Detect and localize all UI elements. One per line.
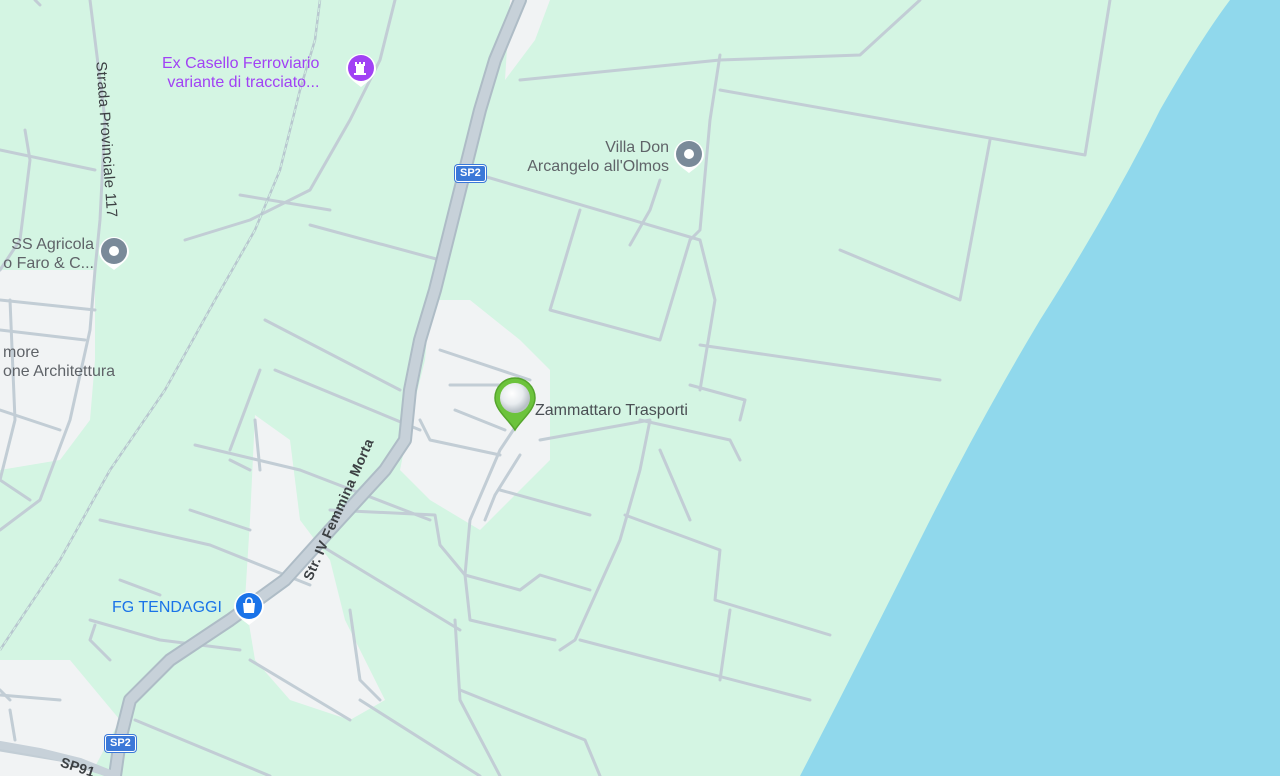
poi-label-line1: more xyxy=(3,344,40,361)
poi-label-ex-casello[interactable]: Ex Casello Ferroviario variante di tracc… xyxy=(162,54,319,92)
poi-label-line2: o Faro & C... xyxy=(3,255,94,272)
poi-label-fg-tendaggi[interactable]: FG TENDAGGI xyxy=(112,598,222,617)
route-shield-sp2-south: SP2 xyxy=(105,735,136,752)
place-pin-icon[interactable] xyxy=(97,235,131,271)
place-pin-icon[interactable] xyxy=(672,138,706,174)
poi-label-agricola[interactable]: SS Agricola o Faro & C... xyxy=(0,235,94,273)
route-shield-sp2-north: SP2 xyxy=(455,165,486,182)
map-canvas[interactable]: Strada Provinciale 117 Str. IV Femmina M… xyxy=(0,0,1280,776)
poi-label-line1: SS Agricola xyxy=(11,236,94,253)
map-base-layer xyxy=(0,0,1280,776)
poi-label-line1: Ex Casello Ferroviario xyxy=(162,55,320,72)
poi-label-line2: one Architettura xyxy=(3,363,116,380)
poi-label-line2: variante di tracciato... xyxy=(167,74,320,91)
poi-label-villa-don[interactable]: Villa Don Arcangelo all'Olmos xyxy=(504,138,669,176)
poi-label-architettura[interactable]: more one Architettura xyxy=(0,343,115,381)
location-marker-icon[interactable] xyxy=(493,376,539,432)
shopping-bag-icon[interactable] xyxy=(232,590,266,626)
castle-icon[interactable] xyxy=(344,52,378,88)
marker-label[interactable]: Zammattaro Trasporti xyxy=(535,401,688,420)
poi-label-line2: Arcangelo all'Olmos xyxy=(527,158,669,175)
poi-label-line1: Villa Don xyxy=(605,139,669,156)
